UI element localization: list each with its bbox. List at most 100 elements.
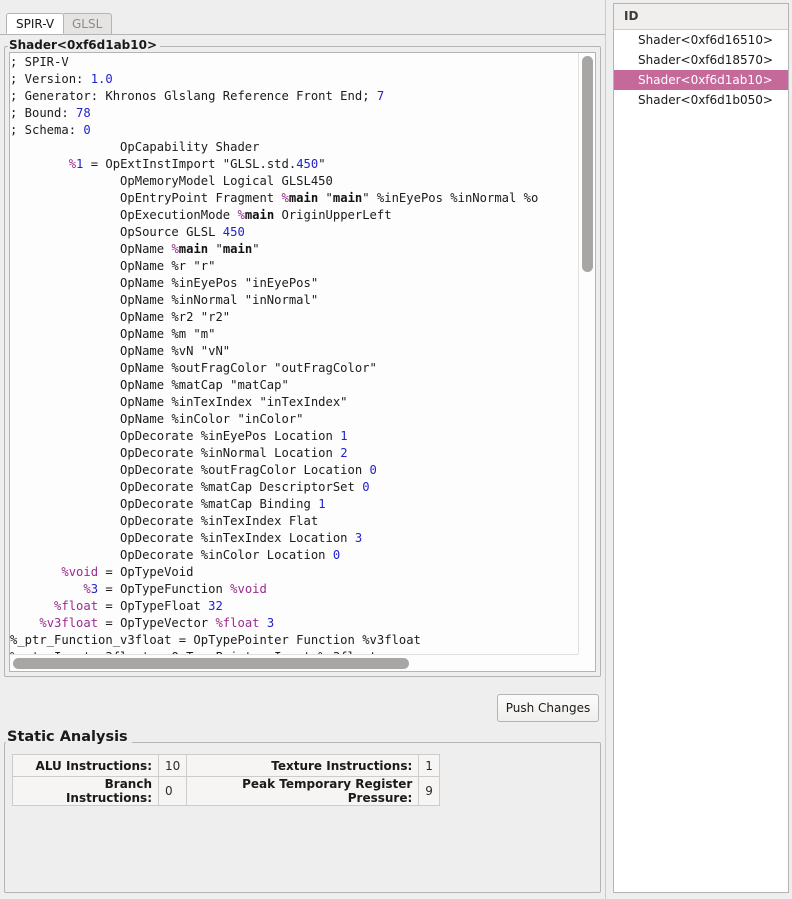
code-token: %void xyxy=(61,565,98,579)
spirv-code-editor[interactable]: ; SPIR-V ; Version: 1.0; Generator: Khron… xyxy=(9,52,596,672)
code-line: OpExecutionMode %main OriginUpperLeft xyxy=(10,207,577,224)
code-token: ; SPIR-V xyxy=(10,55,69,69)
code-token: = OpExtInstImport "GLSL.std. xyxy=(83,157,296,171)
code-token xyxy=(10,565,61,579)
code-token: OpDecorate %matCap DescriptorSet xyxy=(10,480,362,494)
code-token: = OpTypeVoid xyxy=(98,565,193,579)
code-token xyxy=(10,157,69,171)
code-token: OriginUpperLeft xyxy=(274,208,391,222)
id-column-header-label: ID xyxy=(624,9,638,23)
shader-groupbox: Shader<0xf6d1ab10> ; SPIR-V; Version: 1.… xyxy=(4,39,601,677)
static-analysis-table-body: ALU Instructions:10Texture Instructions:… xyxy=(13,755,440,806)
push-changes-button[interactable]: Push Changes xyxy=(497,694,599,722)
code-token: ; Version: xyxy=(10,72,91,86)
code-token: main xyxy=(179,242,208,256)
tab-spirv-label: SPIR-V xyxy=(16,17,54,31)
code-token: OpName %r "r" xyxy=(10,259,215,273)
id-list-item[interactable]: Shader<0xf6d1ab10> xyxy=(614,70,788,90)
code-line: %v3float = OpTypeVector %float 3 xyxy=(10,615,577,632)
static-analysis-metric-value: 10 xyxy=(159,755,187,777)
code-line: OpName %inNormal "inNormal" xyxy=(10,292,577,309)
code-token: %v3float xyxy=(39,616,98,630)
code-horizontal-scrollbar-thumb[interactable] xyxy=(13,658,409,669)
code-token: OpName %outFragColor "outFragColor" xyxy=(10,361,377,375)
tab-spirv[interactable]: SPIR-V xyxy=(6,13,64,34)
code-token: % xyxy=(171,242,178,256)
static-analysis-row: Branch Instructions:0Peak Temporary Regi… xyxy=(13,777,440,806)
code-line: OpDecorate %inNormal Location 2 xyxy=(10,445,577,462)
id-column-header[interactable]: ID xyxy=(614,4,788,30)
code-token: OpExecutionMode xyxy=(10,208,237,222)
code-token: OpMemoryModel Logical GLSL450 xyxy=(10,174,333,188)
code-line: OpName %m "m" xyxy=(10,326,577,343)
tabstrip-baseline xyxy=(0,34,605,35)
code-line: OpDecorate %matCap Binding 1 xyxy=(10,496,577,513)
code-token: 0 xyxy=(333,548,340,562)
id-list-item[interactable]: Shader<0xf6d18570> xyxy=(614,50,788,70)
code-token: " xyxy=(252,242,259,256)
code-token: 1 xyxy=(340,429,347,443)
code-token: " %inEyePos %inNormal %o xyxy=(362,191,538,205)
shader-detail-pane: SPIR-V GLSL Shader<0xf6d1ab10> ; SPIR-V;… xyxy=(0,0,605,899)
code-token: 0 xyxy=(362,480,369,494)
code-token: % xyxy=(69,157,76,171)
code-line: ; Bound: 78 xyxy=(10,105,577,122)
id-list-item[interactable]: Shader<0xf6d16510> xyxy=(614,30,788,50)
code-token: OpName %r2 "r2" xyxy=(10,310,230,324)
code-token: = OpTypeFloat xyxy=(98,599,208,613)
code-token xyxy=(10,582,83,596)
code-token: " xyxy=(318,157,325,171)
code-horizontal-scrollbar[interactable] xyxy=(10,654,578,671)
code-line: %1 = OpExtInstImport "GLSL.std.450" xyxy=(10,156,577,173)
code-token: = OpTypeVector xyxy=(98,616,215,630)
code-token: OpSource GLSL xyxy=(10,225,223,239)
code-token: % xyxy=(237,208,244,222)
code-line: %3 = OpTypeFunction %void xyxy=(10,581,577,598)
code-token: 0 xyxy=(370,463,377,477)
code-token: OpName %inTexIndex "inTexIndex" xyxy=(10,395,348,409)
static-analysis-metric-value: 9 xyxy=(419,777,440,806)
code-token: OpDecorate %inTexIndex Location xyxy=(10,531,355,545)
code-token: ; Schema: xyxy=(10,123,83,137)
static-analysis-metric-value: 1 xyxy=(419,755,440,777)
id-list[interactable]: Shader<0xf6d16510>Shader<0xf6d18570>Shad… xyxy=(614,30,788,892)
code-token: ; Bound: xyxy=(10,106,76,120)
code-line: ; Generator: Khronos Glslang Reference F… xyxy=(10,88,577,105)
push-changes-label: Push Changes xyxy=(506,701,591,715)
code-line: OpName %r "r" xyxy=(10,258,577,275)
code-vertical-scrollbar-thumb[interactable] xyxy=(582,56,593,272)
code-line: OpDecorate %inTexIndex Location 3 xyxy=(10,530,577,547)
code-token: 78 xyxy=(76,106,91,120)
code-token xyxy=(10,616,39,630)
code-token: OpDecorate %inEyePos Location xyxy=(10,429,340,443)
code-vertical-scrollbar[interactable] xyxy=(578,53,595,654)
id-list-pane: ID Shader<0xf6d16510>Shader<0xf6d18570>S… xyxy=(613,3,789,893)
code-line: OpDecorate %inEyePos Location 1 xyxy=(10,428,577,445)
code-token: OpDecorate %matCap Binding xyxy=(10,497,318,511)
code-line: OpName %main "main" xyxy=(10,241,577,258)
code-line: ; Version: 1.0 xyxy=(10,71,577,88)
code-line: OpName %r2 "r2" xyxy=(10,309,577,326)
code-token: ; Generator: Khronos Glslang Reference F… xyxy=(10,89,377,103)
code-line: OpMemoryModel Logical GLSL450 xyxy=(10,173,577,190)
code-token: main xyxy=(223,242,252,256)
code-token: 3 xyxy=(267,616,274,630)
code-line: OpName %outFragColor "outFragColor" xyxy=(10,360,577,377)
code-line: OpSource GLSL 450 xyxy=(10,224,577,241)
tab-glsl[interactable]: GLSL xyxy=(62,13,112,34)
code-token: 7 xyxy=(377,89,384,103)
code-line: %void = OpTypeVoid xyxy=(10,564,577,581)
code-token: %_ptr_Function_v3float = OpTypePointer F… xyxy=(10,633,421,647)
code-token: OpName xyxy=(10,242,171,256)
static-analysis-metric-label: ALU Instructions: xyxy=(13,755,159,777)
code-token: 32 xyxy=(208,599,223,613)
static-analysis-row: ALU Instructions:10Texture Instructions:… xyxy=(13,755,440,777)
code-line: ; SPIR-V xyxy=(10,54,577,71)
code-token: %float xyxy=(215,616,259,630)
code-token: " xyxy=(318,191,333,205)
code-line: OpDecorate %matCap DescriptorSet 0 xyxy=(10,479,577,496)
id-list-item[interactable]: Shader<0xf6d1b050> xyxy=(614,90,788,110)
code-line: OpName %inColor "inColor" xyxy=(10,411,577,428)
code-line: OpDecorate %inTexIndex Flat xyxy=(10,513,577,530)
code-token: = OpTypeFunction xyxy=(98,582,230,596)
